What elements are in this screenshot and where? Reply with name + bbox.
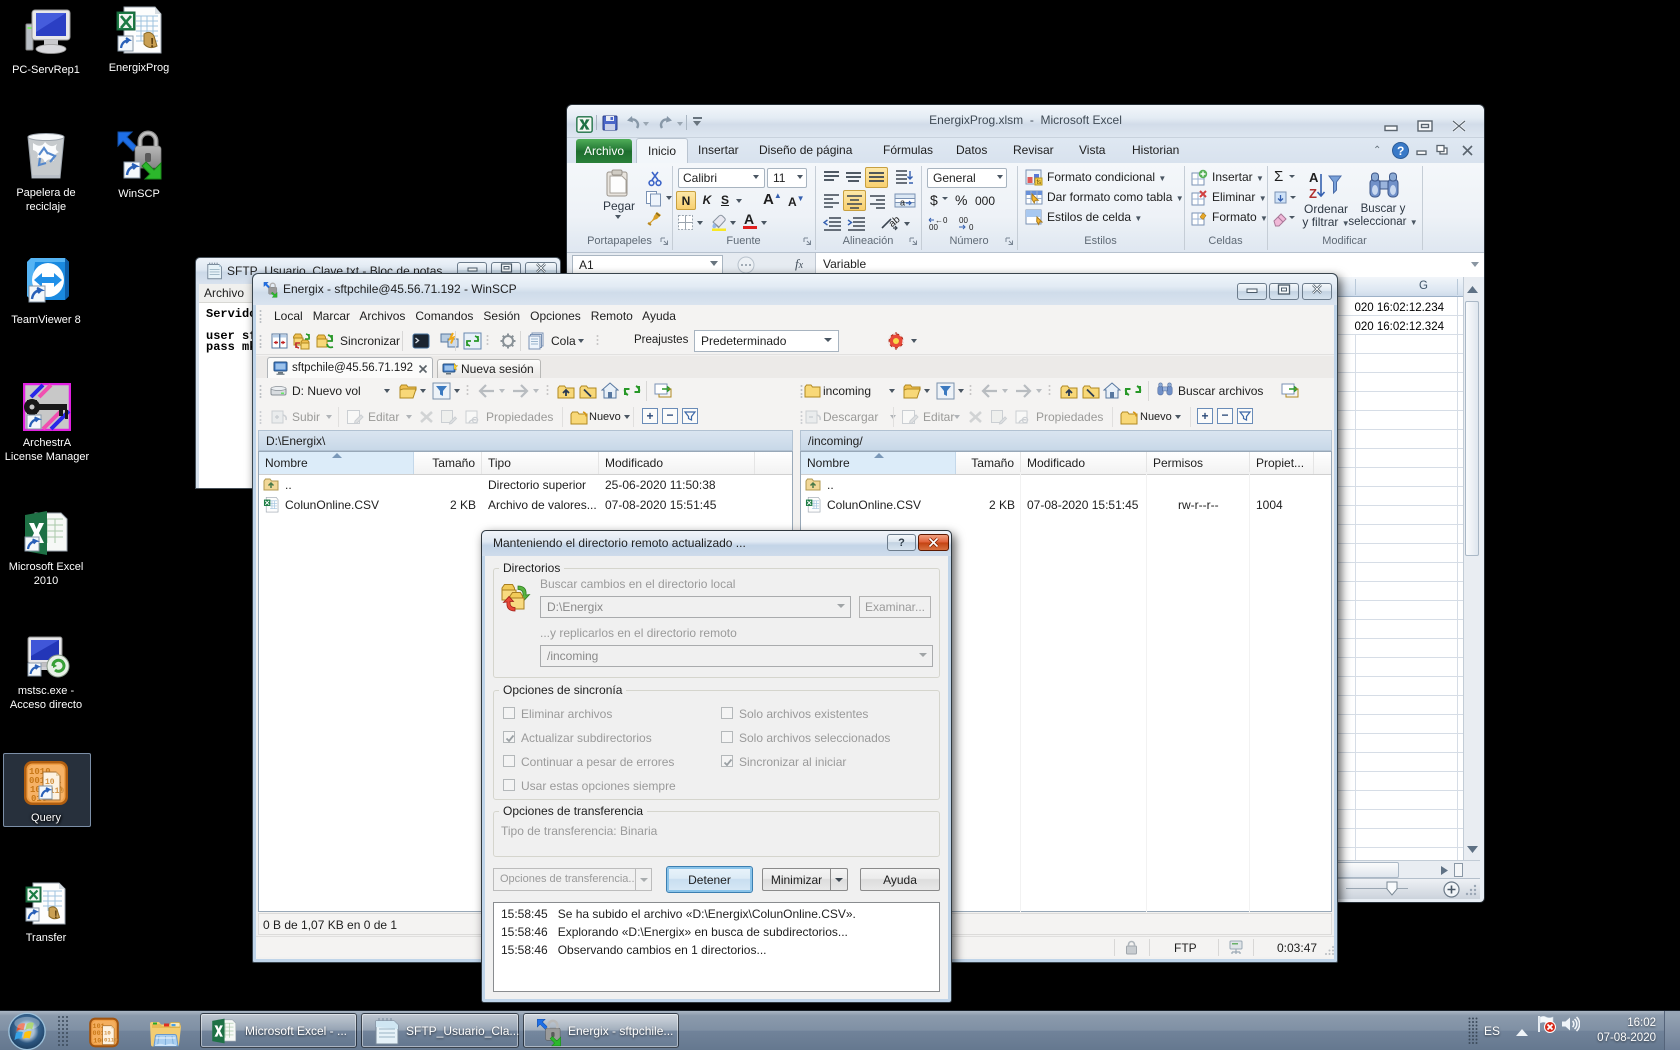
svg-text:0: 0 [969, 223, 974, 231]
svg-text:fs: fs [1037, 180, 1042, 186]
svg-text:00: 00 [959, 216, 968, 225]
svg-text:00: 00 [929, 223, 938, 231]
svg-text:ab: ab [887, 214, 901, 230]
svg-text:?: ? [1397, 144, 1404, 158]
svg-text:A: A [1309, 170, 1319, 185]
svg-text:10: 10 [104, 1030, 111, 1037]
svg-text:a: a [900, 198, 905, 208]
svg-text:Z: Z [1309, 186, 1317, 201]
svg-text:!: ! [54, 909, 58, 921]
svg-text:0110: 0110 [104, 1036, 118, 1043]
svg-text:!: ! [150, 35, 154, 50]
